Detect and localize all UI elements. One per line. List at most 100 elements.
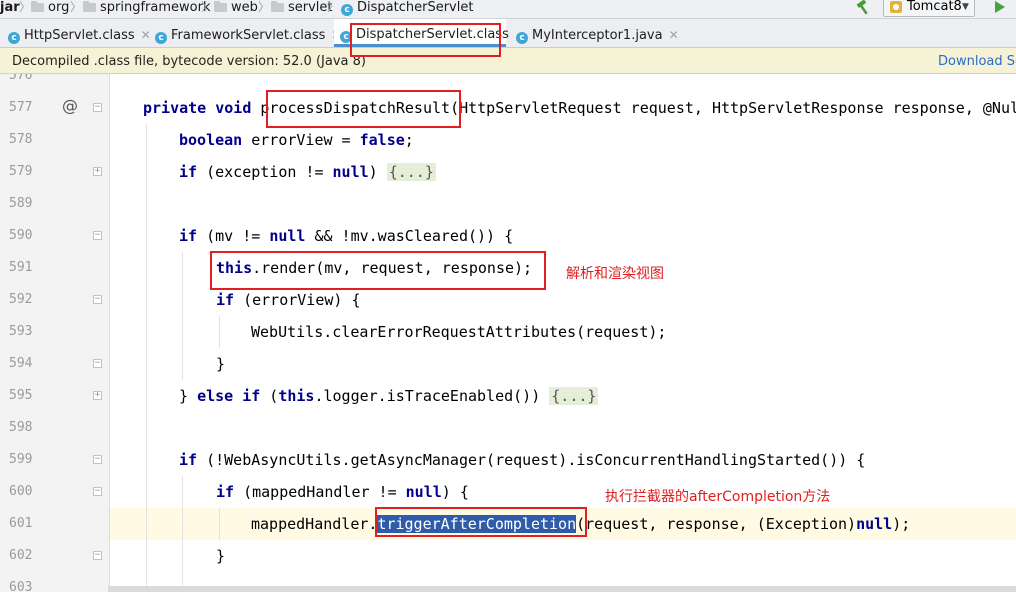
code-line-578: boolean errorView = false; [179,131,414,149]
code-text: (!WebAsyncUtils.getAsyncManager(request)… [197,451,866,469]
class-icon: c [155,32,167,44]
keyword: null [405,483,442,501]
code-text: (HttpServletRequest request, HttpServlet… [450,99,1016,117]
fold-toggle-icon[interactable]: − [93,455,102,464]
chevron-down-icon: ▼ [962,2,969,12]
line-number: 590 [9,228,33,243]
line-number: 599 [9,452,33,467]
tab-label: MyInterceptor1.java [532,28,663,43]
horizontal-scrollbar[interactable] [108,586,1016,592]
folded-region[interactable]: {...} [549,387,599,405]
code-line-594: } [216,355,225,373]
line-number: 576 [9,74,33,83]
code-text: ( [260,387,279,405]
close-icon[interactable]: ✕ [669,28,679,42]
code-line-602: } [216,547,225,565]
fold-toggle-icon[interactable]: − [93,103,102,112]
run-icon[interactable] [992,0,1006,14]
code-text: ; [404,131,414,149]
run-configuration-select[interactable]: Tomcat8 ▼ [883,0,975,17]
keyword: if [179,227,198,245]
keyword: null [856,515,893,533]
breadcrumb-web[interactable]: web [214,0,258,18]
code-line-579: if (exception != null) {...} [179,163,436,181]
line-number: 592 [9,292,33,307]
fold-toggle-icon[interactable]: − [93,551,102,560]
fold-toggle-icon[interactable]: − [93,231,102,240]
folder-icon [83,1,96,12]
code-text: ) { [441,483,469,501]
line-number: 593 [9,324,33,339]
keyword: if [216,483,235,501]
code-text: && !mv.wasCleared()) { [305,227,514,245]
annotation-box-active-tab [350,23,501,57]
breadcrumb-jar[interactable]: jar [0,0,20,18]
line-number: 595 [9,388,33,403]
tab-label: FrameworkServlet.class [171,28,326,43]
run-configuration-label: Tomcat8 [907,0,962,14]
tab-httpservlet[interactable]: c HttpServlet.class ✕ [8,19,151,47]
code-text: } [179,387,198,405]
code-line-590: if (mv != null && !mv.wasCleared()) { [179,227,513,245]
keyword: private void [143,99,261,117]
keyword: false [359,131,405,149]
fold-expand-icon[interactable]: + [93,391,102,400]
decompiled-notice-banner: Decompiled .class file, bytecode version… [0,48,1016,74]
class-icon: c [516,32,528,44]
breadcrumb-label: servlet [288,0,333,15]
code-text: } [216,547,226,565]
folder-icon [31,1,44,12]
code-line-592: if (errorView) { [216,291,361,309]
code-text: (request, response, (Exception) [576,515,857,533]
indent-guide [182,252,183,380]
class-icon: c [8,32,20,44]
code-text: (exception != [197,163,333,181]
breadcrumb-org[interactable]: org [31,0,69,18]
override-marker-icon[interactable]: @ [62,96,78,115]
fold-toggle-icon[interactable]: − [93,487,102,496]
download-sources-link[interactable]: Download So [938,48,1016,73]
code-text: .logger.isTraceEnabled()) [314,387,550,405]
banner-message: Decompiled .class file, bytecode version… [12,54,366,69]
tab-myinterceptor1[interactable]: c MyInterceptor1.java ✕ [516,19,679,47]
breadcrumb-servlet[interactable]: servlet [271,0,333,18]
tab-frameworkservlet[interactable]: cFrameworkServlet.class✕ [155,19,341,47]
keyword: if [179,451,198,469]
folder-icon [271,1,284,12]
fold-expand-icon[interactable]: + [93,167,102,176]
keyword: boolean [179,131,243,149]
keyword: else if [197,387,261,405]
class-icon: c [341,4,353,16]
indent-guide [219,508,220,540]
code-text: ); [892,515,911,533]
breadcrumb-label: org [48,0,70,15]
code-line-600: if (mappedHandler != null) { [216,483,469,501]
breadcrumb-dispatcherservlet[interactable]: c DispatcherServlet [341,0,473,18]
line-number: 598 [9,420,33,435]
annotation-box-method-name [266,90,461,128]
line-number: 578 [9,132,33,147]
indent-guide [146,124,147,592]
annotation-box-trigger-after-completion [375,507,587,537]
breadcrumb-separator: 〉 [19,0,32,14]
annotation-render-note: 解析和渲染视图 [566,266,664,282]
tab-label: HttpServlet.class [24,28,135,43]
fold-toggle-icon[interactable]: − [93,359,102,368]
line-number: 579 [9,164,33,179]
code-text: ) [368,163,387,181]
line-number: 589 [9,196,33,211]
code-text: (mv != [197,227,270,245]
keyword: null [332,163,369,181]
fold-toggle-icon[interactable]: − [93,295,102,304]
line-number: 591 [9,260,33,275]
editor-tab-bar: c HttpServlet.class ✕ c FrameworkServlet.cl… [0,19,1016,48]
code-text: mappedHandler. [251,515,378,533]
code-text: (mappedHandler != [234,483,406,501]
line-number: 600 [9,484,33,499]
breadcrumb-springframework[interactable]: springframework [83,0,210,18]
close-icon[interactable]: ✕ [141,28,151,42]
folded-region[interactable]: {...} [386,163,436,181]
build-hammer-icon[interactable] [855,0,871,15]
line-number: 594 [9,356,33,371]
code-editor[interactable]: 576 577 578 579 589 590 591 592 593 594 … [0,74,1016,592]
